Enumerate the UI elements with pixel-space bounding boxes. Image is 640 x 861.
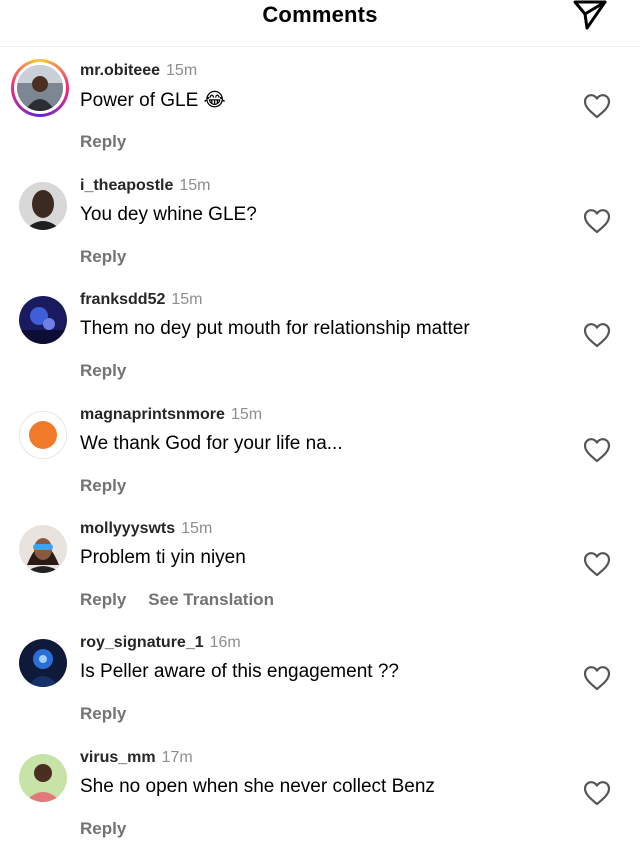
heart-outline-icon bbox=[583, 94, 611, 119]
comments-header: Comments bbox=[0, 0, 640, 47]
avatar[interactable] bbox=[19, 182, 67, 230]
comment-username[interactable]: franksdd52 bbox=[80, 291, 165, 308]
heart-outline-icon bbox=[583, 438, 611, 463]
share-button[interactable] bbox=[570, 0, 610, 32]
comment-username[interactable]: virus_mm bbox=[80, 749, 156, 766]
comment-text: Power of GLE 😂 bbox=[80, 90, 226, 111]
comment-item: mr.obiteee 15m Power of GLE 😂 Reply bbox=[0, 59, 640, 174]
see-translation-button[interactable]: See Translation bbox=[148, 590, 274, 609]
comment-item: roy_signature_1 16m Is Peller aware of th… bbox=[0, 634, 640, 746]
avatar[interactable] bbox=[19, 525, 67, 573]
comment-timestamp: 15m bbox=[166, 62, 198, 79]
comment-text: You dey whine GLE? bbox=[80, 204, 257, 225]
comment-timestamp: 16m bbox=[209, 634, 241, 651]
comment-username[interactable]: magnaprintsnmore bbox=[80, 406, 225, 423]
avatar bbox=[17, 65, 63, 111]
comment-item: i_theapostle 15m You dey whine GLE? Reply bbox=[0, 177, 640, 289]
reply-button[interactable]: Reply bbox=[80, 132, 126, 151]
heart-outline-icon bbox=[583, 666, 611, 691]
reply-button[interactable]: Reply bbox=[80, 476, 126, 495]
comment-username[interactable]: mr.obiteee bbox=[80, 62, 160, 79]
reply-button[interactable]: Reply bbox=[80, 590, 126, 609]
heart-outline-icon bbox=[583, 781, 611, 806]
like-button[interactable] bbox=[583, 437, 611, 463]
comment-timestamp: 15m bbox=[179, 177, 211, 194]
comment-timestamp: 15m bbox=[230, 406, 263, 423]
comment-item: franksdd52 15m Them no dey put mouth for … bbox=[0, 291, 640, 403]
like-button[interactable] bbox=[583, 322, 611, 348]
like-button[interactable] bbox=[583, 208, 611, 234]
like-button[interactable] bbox=[583, 780, 611, 806]
reply-button[interactable]: Reply bbox=[80, 704, 126, 723]
comment-text: She no open when she never collect Benz bbox=[80, 776, 435, 797]
comment-item: virus_mm 17m She no open when she never c… bbox=[0, 749, 640, 861]
like-button[interactable] bbox=[583, 551, 611, 577]
comment-username[interactable]: i_theapostle bbox=[80, 177, 173, 194]
comment-item: magnaprintsnmore 15m We thank God for you… bbox=[0, 406, 640, 518]
comment-username[interactable]: mollyyyswts bbox=[80, 520, 175, 537]
heart-outline-icon bbox=[583, 323, 611, 348]
avatar[interactable] bbox=[19, 296, 67, 344]
avatar[interactable] bbox=[19, 754, 67, 802]
send-icon bbox=[573, 0, 607, 30]
heart-outline-icon bbox=[583, 209, 611, 234]
comment-item: mollyyyswts 15m Problem ti yin niyen Repl… bbox=[0, 520, 640, 632]
page-title: Comments bbox=[262, 2, 378, 27]
comment-text: Is Peller aware of this engagement ?? bbox=[80, 661, 399, 682]
avatar-story-ring[interactable] bbox=[11, 59, 69, 117]
comment-username[interactable]: roy_signature_1 bbox=[80, 634, 204, 651]
heart-outline-icon bbox=[583, 552, 611, 577]
comment-timestamp: 17m bbox=[161, 749, 193, 766]
reply-button[interactable]: Reply bbox=[80, 361, 126, 380]
comment-timestamp: 15m bbox=[181, 520, 213, 537]
like-button[interactable] bbox=[583, 665, 611, 691]
like-button[interactable] bbox=[583, 93, 611, 119]
reply-button[interactable]: Reply bbox=[80, 247, 126, 266]
comment-timestamp: 15m bbox=[171, 291, 203, 308]
avatar[interactable] bbox=[19, 411, 67, 459]
comment-text: Problem ti yin niyen bbox=[80, 547, 246, 568]
avatar[interactable] bbox=[19, 639, 67, 687]
comment-text: We thank God for your life na... bbox=[80, 433, 343, 454]
comment-text: Them no dey put mouth for relationship m… bbox=[80, 318, 470, 339]
